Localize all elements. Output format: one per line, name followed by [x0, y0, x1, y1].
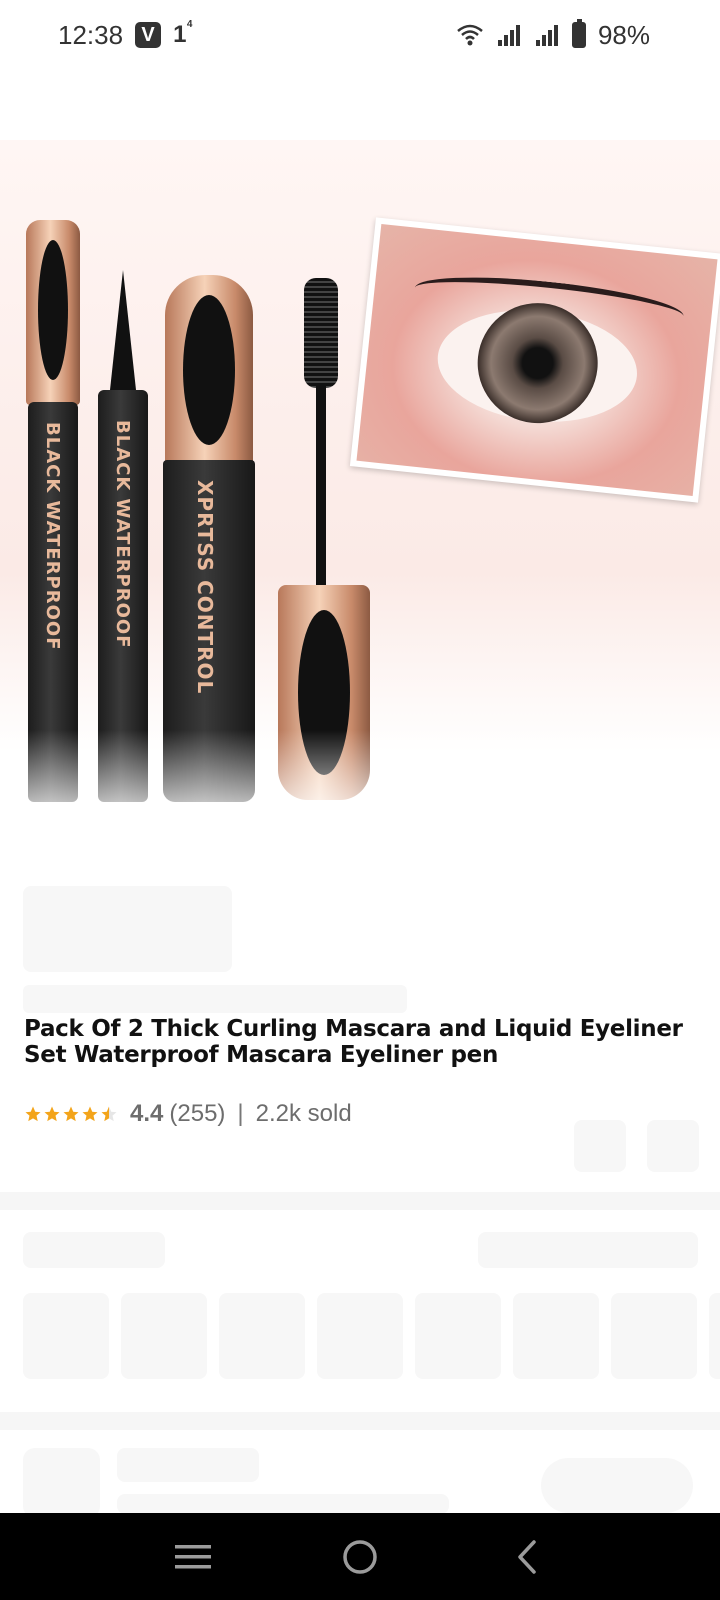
eyeliner-cap: [26, 220, 80, 405]
menu-icon: [175, 1544, 212, 1568]
rating-row[interactable]: 4.4 (255) | 2.2k sold: [24, 1100, 352, 1128]
mascara-cap: [165, 275, 253, 465]
variant-thumb-skeleton: [709, 1293, 720, 1379]
mascara-brush: [304, 278, 338, 388]
product-title: Pack Of 2 Thick Curling Mascara and Liqu…: [24, 1016, 683, 1068]
mascara-wand-cap: [278, 585, 370, 800]
star-half-icon: [101, 1106, 117, 1122]
wifi-icon: [457, 24, 483, 46]
system-nav-bar: [0, 1513, 720, 1600]
rating-stars: [24, 1105, 118, 1123]
action-skeleton: [647, 1120, 699, 1172]
battery-percent: 98%: [597, 19, 650, 50]
variant-link-skeleton: [478, 1232, 698, 1268]
recent-apps-button[interactable]: [163, 1527, 223, 1587]
subprice-skeleton: [23, 985, 407, 1013]
signal-icon: [497, 25, 520, 46]
notification-v-icon: V: [135, 22, 162, 48]
price-skeleton: [23, 886, 232, 972]
variant-thumb-skeleton: [415, 1293, 501, 1379]
back-button[interactable]: [497, 1527, 557, 1587]
eyeliner-tip: [110, 270, 136, 390]
variant-thumb-skeleton: [611, 1293, 697, 1379]
action-skeleton: [574, 1120, 626, 1172]
review-count: (255): [169, 1100, 226, 1127]
variant-thumb-skeleton: [23, 1293, 109, 1379]
product-image[interactable]: BLACK WATERPROOF BLACK WATERPROOF XPRTSS…: [0, 140, 720, 860]
rating-value: 4.4: [130, 1100, 164, 1127]
variant-thumb-skeleton: [317, 1293, 403, 1379]
variant-thumb-skeleton: [219, 1293, 305, 1379]
variant-thumb-skeleton: [121, 1293, 207, 1379]
back-icon: [517, 1539, 536, 1574]
rating-separator: |: [237, 1100, 244, 1127]
eyeliner-tube: BLACK WATERPROOF: [98, 390, 148, 802]
signal-icon: [535, 25, 558, 46]
battery-icon: [571, 19, 586, 48]
mascara-wand: [316, 385, 326, 585]
follow-button-skeleton: [541, 1458, 693, 1513]
status-time: 12:38: [58, 19, 124, 50]
variant-label-skeleton: [23, 1232, 165, 1268]
eyeliner-tube: BLACK WATERPROOF: [28, 402, 78, 802]
eye-closeup-photo: [349, 217, 720, 503]
home-icon: [343, 1539, 377, 1574]
star-icon: [44, 1106, 60, 1122]
section-divider: [0, 1192, 720, 1210]
store-name-skeleton: [117, 1448, 259, 1482]
mascara-tube: XPRTSS CONTROL: [163, 460, 255, 802]
store-info-skeleton: [117, 1494, 449, 1514]
store-avatar-skeleton: [23, 1448, 100, 1518]
home-button[interactable]: [330, 1527, 390, 1587]
star-icon: [25, 1106, 41, 1122]
section-divider: [0, 1412, 720, 1430]
star-icon: [82, 1106, 98, 1122]
status-bar: 12:38 V 14 98%: [0, 0, 720, 70]
star-icon: [63, 1106, 79, 1122]
sold-count: 2.2k sold: [255, 1100, 352, 1127]
variant-thumb-skeleton: [513, 1293, 599, 1379]
notification-one-icon: 14: [173, 19, 193, 48]
